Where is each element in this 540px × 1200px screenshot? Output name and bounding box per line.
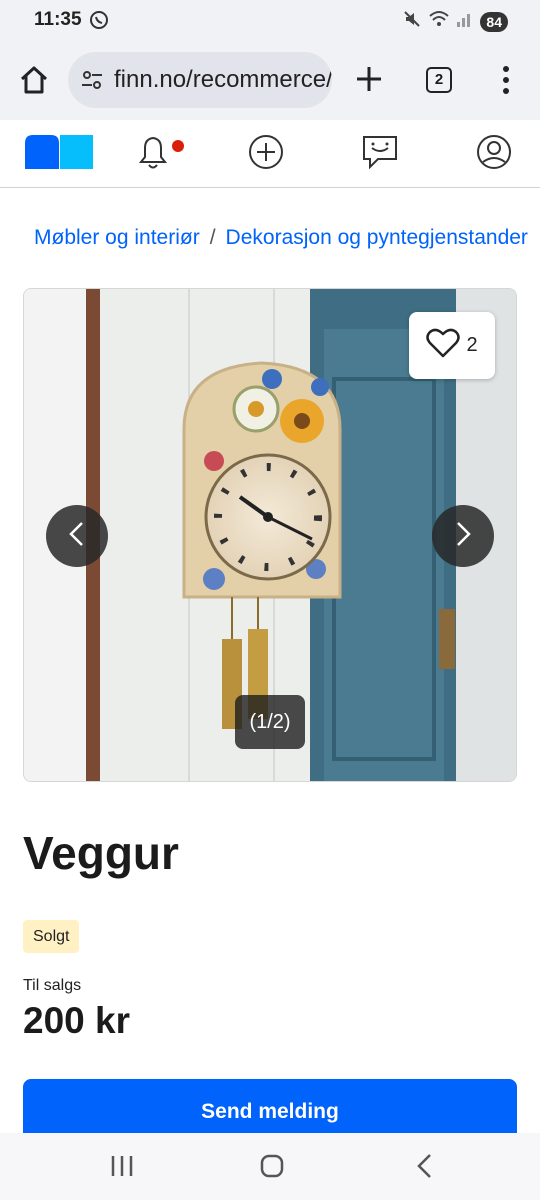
home-nav-icon[interactable]: [259, 1153, 285, 1184]
breadcrumb-link-subcategory[interactable]: Dekorasjon og pyntegjenstander: [226, 226, 528, 249]
listing-title: Veggur: [23, 827, 179, 879]
new-tab-plus-icon[interactable]: [352, 62, 386, 96]
bell-icon[interactable]: [133, 132, 184, 172]
favorite-count: 2: [466, 334, 478, 356]
status-icons: 84: [402, 9, 508, 34]
tab-switcher-button[interactable]: 2: [426, 67, 452, 93]
battery-indicator: 84: [480, 11, 508, 32]
chevron-left-icon: [67, 521, 87, 552]
url-text: finn.no/recommerce/forsale/item: [114, 66, 332, 93]
favorite-button[interactable]: 2: [409, 312, 495, 379]
recent-apps-icon[interactable]: [110, 1153, 134, 1184]
breadcrumb-link-category[interactable]: Møbler og interiør: [34, 226, 200, 249]
image-gallery[interactable]: 2 (1/2): [23, 288, 517, 782]
system-navigation-bar: [0, 1133, 540, 1200]
heart-icon: [426, 328, 461, 363]
back-icon[interactable]: [414, 1153, 434, 1184]
menu-dots-icon[interactable]: [495, 64, 517, 96]
image-counter: (1/2): [235, 695, 305, 749]
breadcrumb: Møbler og interiør / Dekorasjon og pyntegj…: [34, 226, 528, 250]
status-bar: 11:35 84: [0, 0, 540, 40]
status-badge: Solgt: [23, 920, 80, 953]
browser-toolbar: finn.no/recommerce/forsale/item 2: [0, 40, 540, 120]
tune-icon[interactable]: [80, 68, 104, 97]
app-navigation: [0, 120, 540, 188]
finn-logo[interactable]: [25, 135, 93, 174]
add-circle-icon[interactable]: [246, 132, 286, 172]
url-bar[interactable]: finn.no/recommerce/forsale/item: [68, 52, 332, 108]
breadcrumb-separator: /: [209, 226, 216, 249]
profile-icon[interactable]: [474, 132, 514, 172]
wifi-icon: [428, 9, 450, 34]
sale-type-label: Til salgs: [23, 977, 82, 994]
message-icon[interactable]: [360, 132, 400, 172]
mute-icon: [402, 9, 422, 34]
next-image-button[interactable]: [432, 505, 494, 567]
notification-dot: [172, 140, 184, 152]
whatsapp-icon: [89, 10, 109, 35]
signal-icon: [456, 9, 474, 34]
listing-price: 200 kr: [23, 1000, 130, 1041]
chevron-right-icon: [453, 521, 473, 552]
status-time: 11:35: [34, 9, 82, 30]
previous-image-button[interactable]: [46, 505, 108, 567]
home-icon[interactable]: [16, 62, 52, 98]
